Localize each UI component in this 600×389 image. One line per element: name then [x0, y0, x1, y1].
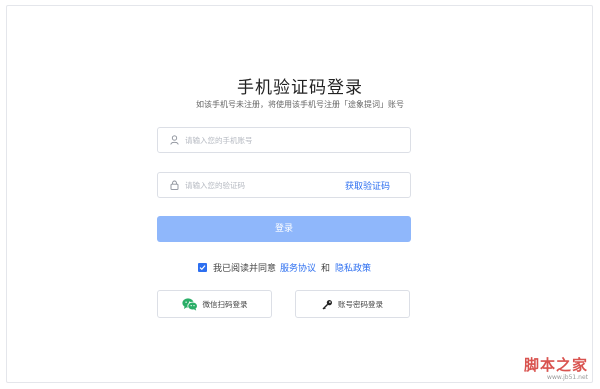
terms-link[interactable]: 服务协议	[280, 261, 316, 274]
password-login-label: 账号密码登录	[338, 299, 383, 309]
page-subtitle: 如该手机号未注册，将使用该手机号注册「途象提词」账号	[196, 100, 404, 109]
page-title: 手机验证码登录	[237, 78, 363, 98]
wechat-login-button[interactable]: 微信扫码登录	[157, 290, 272, 318]
and-text: 和	[321, 263, 331, 274]
user-icon	[167, 135, 181, 145]
password-login-button[interactable]: 账号密码登录	[295, 290, 410, 318]
phone-field[interactable]	[157, 127, 411, 153]
get-code-button[interactable]: 获取验证码	[345, 179, 390, 192]
privacy-link[interactable]: 隐私政策	[335, 261, 371, 274]
lock-icon	[167, 180, 181, 190]
agreement-checkbox[interactable]	[198, 262, 207, 272]
wechat-login-label: 微信扫码登录	[202, 299, 248, 309]
watermark: 脚本之家 www.jb51.net	[524, 354, 588, 381]
code-input[interactable]	[185, 180, 345, 190]
watermark-brand: 脚本之家	[523, 356, 588, 374]
check-icon	[199, 264, 206, 270]
login-button[interactable]: 登录	[157, 216, 411, 242]
phone-input[interactable]	[185, 135, 410, 145]
watermark-url: www.jb51.net	[547, 374, 588, 381]
key-icon	[322, 299, 333, 310]
agreement-text: 我已阅读并同意	[213, 263, 277, 274]
wechat-icon	[181, 297, 198, 311]
agreement-row: 我已阅读并同意 服务协议 和 隐私政策	[198, 261, 371, 274]
code-field[interactable]: 获取验证码	[157, 172, 411, 198]
